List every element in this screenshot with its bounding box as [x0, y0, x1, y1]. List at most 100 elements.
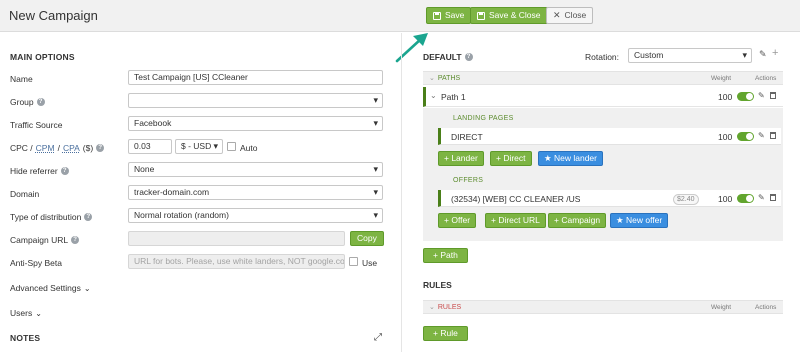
help-icon[interactable]: ? [60, 167, 69, 175]
offer-toggle[interactable] [737, 194, 754, 203]
campaign-url-label: Campaign URL ? [10, 235, 80, 245]
offer-weight: 100 [718, 194, 733, 204]
help-icon[interactable]: ? [464, 53, 473, 61]
add-direct-label: Direct [503, 153, 526, 163]
help-icon[interactable]: ? [96, 144, 105, 152]
paths-table-header: ⌄ PATHS Weight Actions [423, 71, 783, 85]
cpc-label: CPC / CPM / CPA ($) ? [10, 143, 105, 153]
save-button[interactable]: Save [426, 7, 472, 24]
rules-header[interactable]: ⌄ RULES [429, 303, 461, 312]
cpm-link[interactable]: CPM [36, 143, 55, 153]
add-rule-button[interactable]: + Rule [423, 326, 468, 341]
rules-table-header: ⌄ RULES Weight Actions [423, 300, 783, 314]
save-close-button[interactable]: Save & Close [470, 7, 548, 24]
add-lander-button[interactable]: + Lander [438, 151, 484, 166]
rules-actions-header: Actions [755, 304, 777, 311]
chevron-down-icon: ⌄ [429, 75, 435, 82]
save-button-label: Save [445, 10, 465, 20]
expand-icon[interactable]: ⤢ [374, 332, 382, 343]
add-direct-url-button[interactable]: + Direct URL [485, 213, 546, 228]
lander-toggle[interactable] [737, 132, 754, 141]
offer-price-badge: $2.40 [673, 194, 699, 205]
domain-select[interactable]: tracker-domain.com [128, 185, 383, 200]
advanced-settings-toggle[interactable]: Advanced Settings ⌄ [10, 283, 91, 293]
chevron-down-icon: ⌄ [35, 308, 42, 318]
traffic-source-label: Traffic Source [10, 120, 62, 130]
help-icon[interactable]: ? [84, 213, 93, 221]
rules-title: RULES [423, 280, 452, 290]
add-campaign-label: Campaign [561, 215, 601, 225]
landing-pages-label: LANDING PAGES [453, 115, 514, 122]
add-rule-label: Rule [440, 328, 458, 338]
trash-icon[interactable] [770, 92, 776, 99]
advanced-settings-label: Advanced Settings [10, 283, 81, 293]
currency-select[interactable]: $ - USD [175, 139, 223, 154]
antispy-label-text: Anti-Spy Beta [10, 258, 62, 268]
domain-label-text: Domain [10, 189, 40, 199]
offer-name: (32534) [WEB] CC CLEANER /US [451, 194, 581, 204]
users-label: Users [10, 308, 33, 318]
paths-header-label: PATHS [437, 74, 461, 82]
use-checkbox[interactable] [349, 257, 358, 266]
top-bar: New Campaign Save Save & Close ✕ Close [0, 0, 800, 32]
campaign-url-field[interactable] [128, 231, 345, 246]
offers-label: OFFERS [453, 177, 484, 184]
traffic-source-select[interactable]: Facebook [128, 116, 383, 131]
cpa-link[interactable]: CPA [63, 143, 80, 153]
new-lander-label: New lander [553, 153, 597, 163]
use-label: Use [362, 258, 378, 268]
users-toggle[interactable]: Users ⌄ [10, 308, 42, 318]
trash-icon[interactable] [770, 132, 776, 139]
cpc-currency-label: ($) [82, 143, 94, 153]
group-select[interactable] [128, 93, 383, 108]
path-toggle[interactable] [737, 92, 754, 101]
add-lander-label: Lander [451, 153, 478, 163]
add-direct-button[interactable]: + Direct [490, 151, 532, 166]
hide-referrer-select[interactable]: None [128, 162, 383, 177]
distribution-label-text: Type of distribution [10, 212, 82, 222]
save-close-button-label: Save & Close [489, 10, 541, 20]
cpc-input[interactable]: 0.03 [128, 139, 172, 154]
distribution-select[interactable]: Normal rotation (random) [128, 208, 383, 223]
plus-icon[interactable]: + [772, 47, 778, 59]
add-campaign-button[interactable]: + Campaign [548, 213, 607, 228]
lander-weight: 100 [718, 132, 733, 142]
add-offer-button[interactable]: + Offer [438, 213, 477, 228]
chevron-down-icon[interactable]: ⌄ [430, 91, 437, 100]
campaign-url-label-text: Campaign URL [10, 235, 69, 245]
name-label-text: Name [10, 74, 33, 84]
weight-header: Weight [711, 75, 732, 82]
add-direct-url-label: Direct URL [498, 215, 540, 225]
hide-referrer-label-text: Hide referrer [10, 166, 58, 176]
rules-weight-header: Weight [711, 304, 732, 311]
notes-title: NOTES [10, 333, 41, 343]
floppy-icon [477, 11, 485, 20]
close-button[interactable]: ✕ Close [546, 7, 594, 24]
hide-referrer-label: Hide referrer ? [10, 166, 69, 176]
rotation-select[interactable]: Custom [628, 48, 752, 63]
main-options-title: MAIN OPTIONS [10, 52, 75, 62]
floppy-icon [433, 11, 441, 20]
pin-icon[interactable]: ✎ [759, 49, 767, 60]
pin-icon[interactable]: ✎ [758, 91, 765, 100]
antispy-input[interactable]: URL for bots. Please, use white landers,… [128, 254, 345, 269]
path-name: Path 1 [441, 92, 466, 102]
copy-button[interactable]: Copy [350, 231, 384, 246]
cpc-label-text: CPC / [10, 143, 33, 153]
new-lander-button[interactable]: ★ New lander [538, 151, 603, 166]
name-input[interactable]: Test Campaign [US] CCleaner [128, 70, 383, 85]
auto-checkbox[interactable] [227, 142, 236, 151]
trash-icon[interactable] [770, 194, 776, 201]
add-path-button[interactable]: + Path [423, 248, 468, 263]
group-label: Group ? [10, 97, 45, 107]
pin-icon[interactable]: ✎ [758, 193, 765, 202]
close-button-label: Close [564, 10, 587, 20]
rotation-label: Rotation: [585, 52, 620, 62]
pin-icon[interactable]: ✎ [758, 131, 765, 140]
new-offer-button[interactable]: ★ New offer [610, 213, 669, 228]
auto-label: Auto [240, 143, 258, 153]
help-icon[interactable]: ? [36, 98, 45, 106]
page-title: New Campaign [9, 8, 98, 23]
help-icon[interactable]: ? [71, 236, 80, 244]
paths-header[interactable]: ⌄ PATHS [429, 74, 461, 83]
